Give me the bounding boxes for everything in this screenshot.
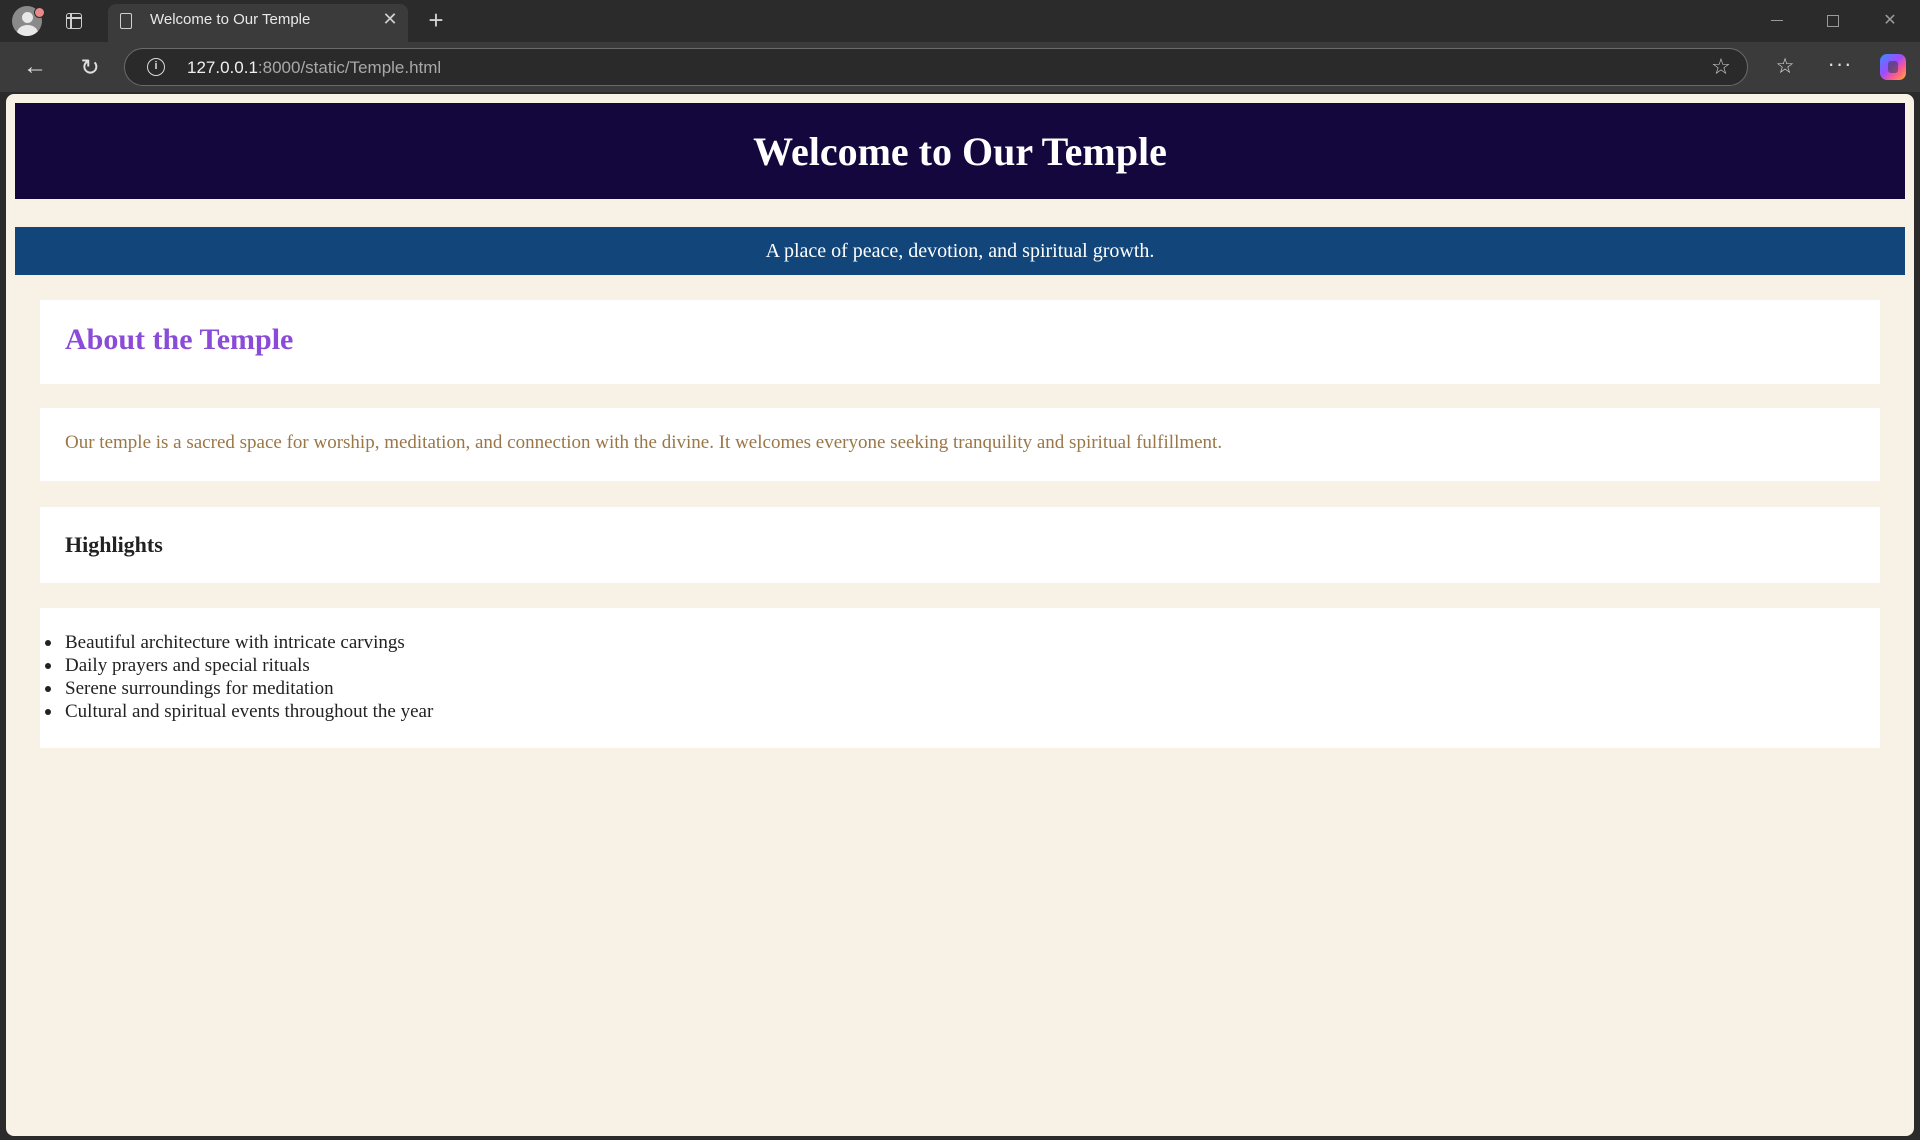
- about-description: Our temple is a sacred space for worship…: [65, 432, 1223, 453]
- maximize-icon[interactable]: [1818, 8, 1848, 34]
- url-text[interactable]: 127.0.0.1:8000/static/Temple.html: [187, 58, 441, 78]
- close-icon[interactable]: ✕: [380, 9, 400, 29]
- address-bar[interactable]: i 127.0.0.1:8000/static/Temple.html ☆: [124, 48, 1748, 86]
- favorites-icon[interactable]: ☆: [1770, 52, 1800, 82]
- back-icon[interactable]: ←: [20, 52, 50, 82]
- window-close-icon[interactable]: ✕: [1875, 8, 1905, 34]
- bullet-icon: [45, 709, 51, 715]
- list-item: Cultural and spiritual events throughout…: [45, 700, 434, 723]
- tab-title: Welcome to Our Temple: [150, 11, 311, 28]
- tagline-text: A place of peace, devotion, and spiritua…: [765, 239, 1155, 262]
- about-description-section: Our temple is a sacred space for worship…: [40, 408, 1880, 481]
- reload-icon[interactable]: ↻: [75, 52, 105, 82]
- site-header: Welcome to Our Temple: [15, 103, 1905, 199]
- highlights-list: Beautiful architecture with intricate ca…: [45, 631, 434, 723]
- bullet-icon: [45, 663, 51, 669]
- page-viewport: Welcome to Our Temple A place of peace, …: [6, 94, 1914, 1136]
- more-icon[interactable]: ···: [1825, 52, 1855, 82]
- highlights-title: Highlights: [65, 532, 163, 557]
- minimize-icon[interactable]: [1762, 8, 1792, 34]
- bullet-icon: [45, 640, 51, 646]
- page-icon: [120, 13, 132, 29]
- list-item-text: Serene surroundings for meditation: [65, 678, 334, 699]
- new-tab-icon[interactable]: +: [424, 6, 448, 34]
- tab-strip: Welcome to Our Temple ✕ + ✕: [0, 0, 1920, 42]
- page-title: Welcome to Our Temple: [753, 128, 1167, 174]
- url-host: 127.0.0.1: [187, 58, 258, 77]
- tab-actions-icon[interactable]: [66, 13, 82, 29]
- copilot-icon[interactable]: [1880, 54, 1906, 80]
- list-item: Daily prayers and special rituals: [45, 654, 433, 677]
- list-item: Beautiful architecture with intricate ca…: [45, 631, 433, 654]
- list-item-text: Beautiful architecture with intricate ca…: [65, 632, 405, 653]
- list-item-text: Daily prayers and special rituals: [65, 655, 310, 676]
- tagline-bar: A place of peace, devotion, and spiritua…: [15, 227, 1905, 275]
- list-item: Serene surroundings for meditation: [45, 677, 433, 700]
- highlights-list-section: Beautiful architecture with intricate ca…: [40, 608, 1880, 748]
- profile-notification-dot: [34, 7, 45, 18]
- bullet-icon: [45, 686, 51, 692]
- star-icon[interactable]: ☆: [1709, 55, 1733, 79]
- info-icon[interactable]: i: [147, 58, 165, 76]
- highlights-section: Highlights: [40, 507, 1880, 583]
- list-item-text: Cultural and spiritual events throughout…: [65, 701, 434, 722]
- about-section: About the Temple: [40, 300, 1880, 384]
- about-title: About the Temple: [65, 323, 294, 356]
- browser-toolbar: ← ↻ i 127.0.0.1:8000/static/Temple.html …: [0, 42, 1920, 92]
- url-path: :8000/static/Temple.html: [257, 58, 442, 77]
